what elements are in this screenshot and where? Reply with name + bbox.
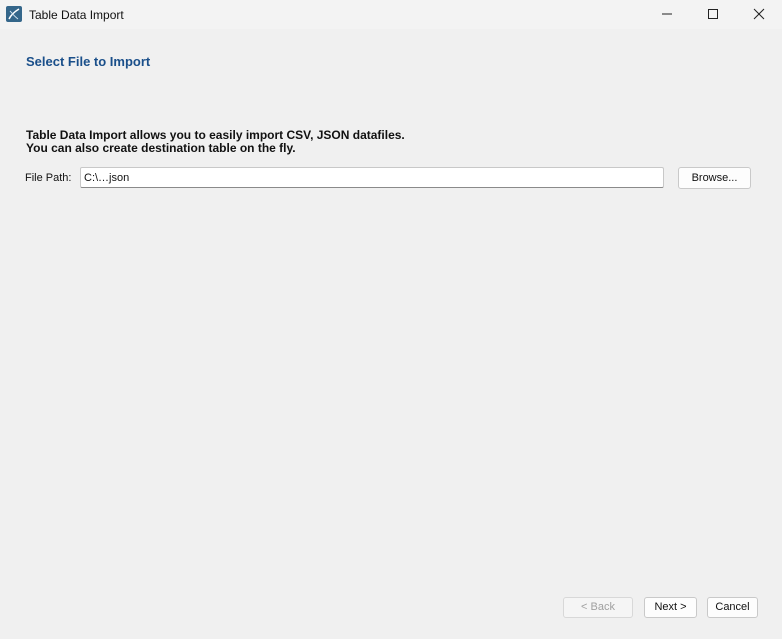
window-title: Table Data Import bbox=[29, 8, 124, 22]
minimize-button[interactable] bbox=[644, 0, 690, 29]
page-title: Select File to Import bbox=[26, 54, 151, 69]
close-button[interactable] bbox=[736, 0, 782, 29]
minimize-icon bbox=[662, 13, 672, 15]
back-button[interactable]: < Back bbox=[563, 597, 633, 618]
cancel-button[interactable]: Cancel bbox=[707, 597, 758, 618]
app-icon bbox=[6, 6, 22, 22]
file-path-label: File Path: bbox=[25, 172, 72, 184]
description-line-1: Table Data Import allows you to easily i… bbox=[26, 128, 405, 142]
maximize-icon bbox=[708, 9, 718, 19]
close-icon bbox=[753, 8, 765, 20]
file-path-input[interactable] bbox=[80, 167, 664, 188]
next-button[interactable]: Next > bbox=[644, 597, 697, 618]
description-line-2: You can also create destination table on… bbox=[26, 141, 296, 155]
title-bar: Table Data Import bbox=[0, 0, 782, 29]
maximize-button[interactable] bbox=[690, 0, 736, 29]
browse-button[interactable]: Browse... bbox=[678, 167, 751, 189]
